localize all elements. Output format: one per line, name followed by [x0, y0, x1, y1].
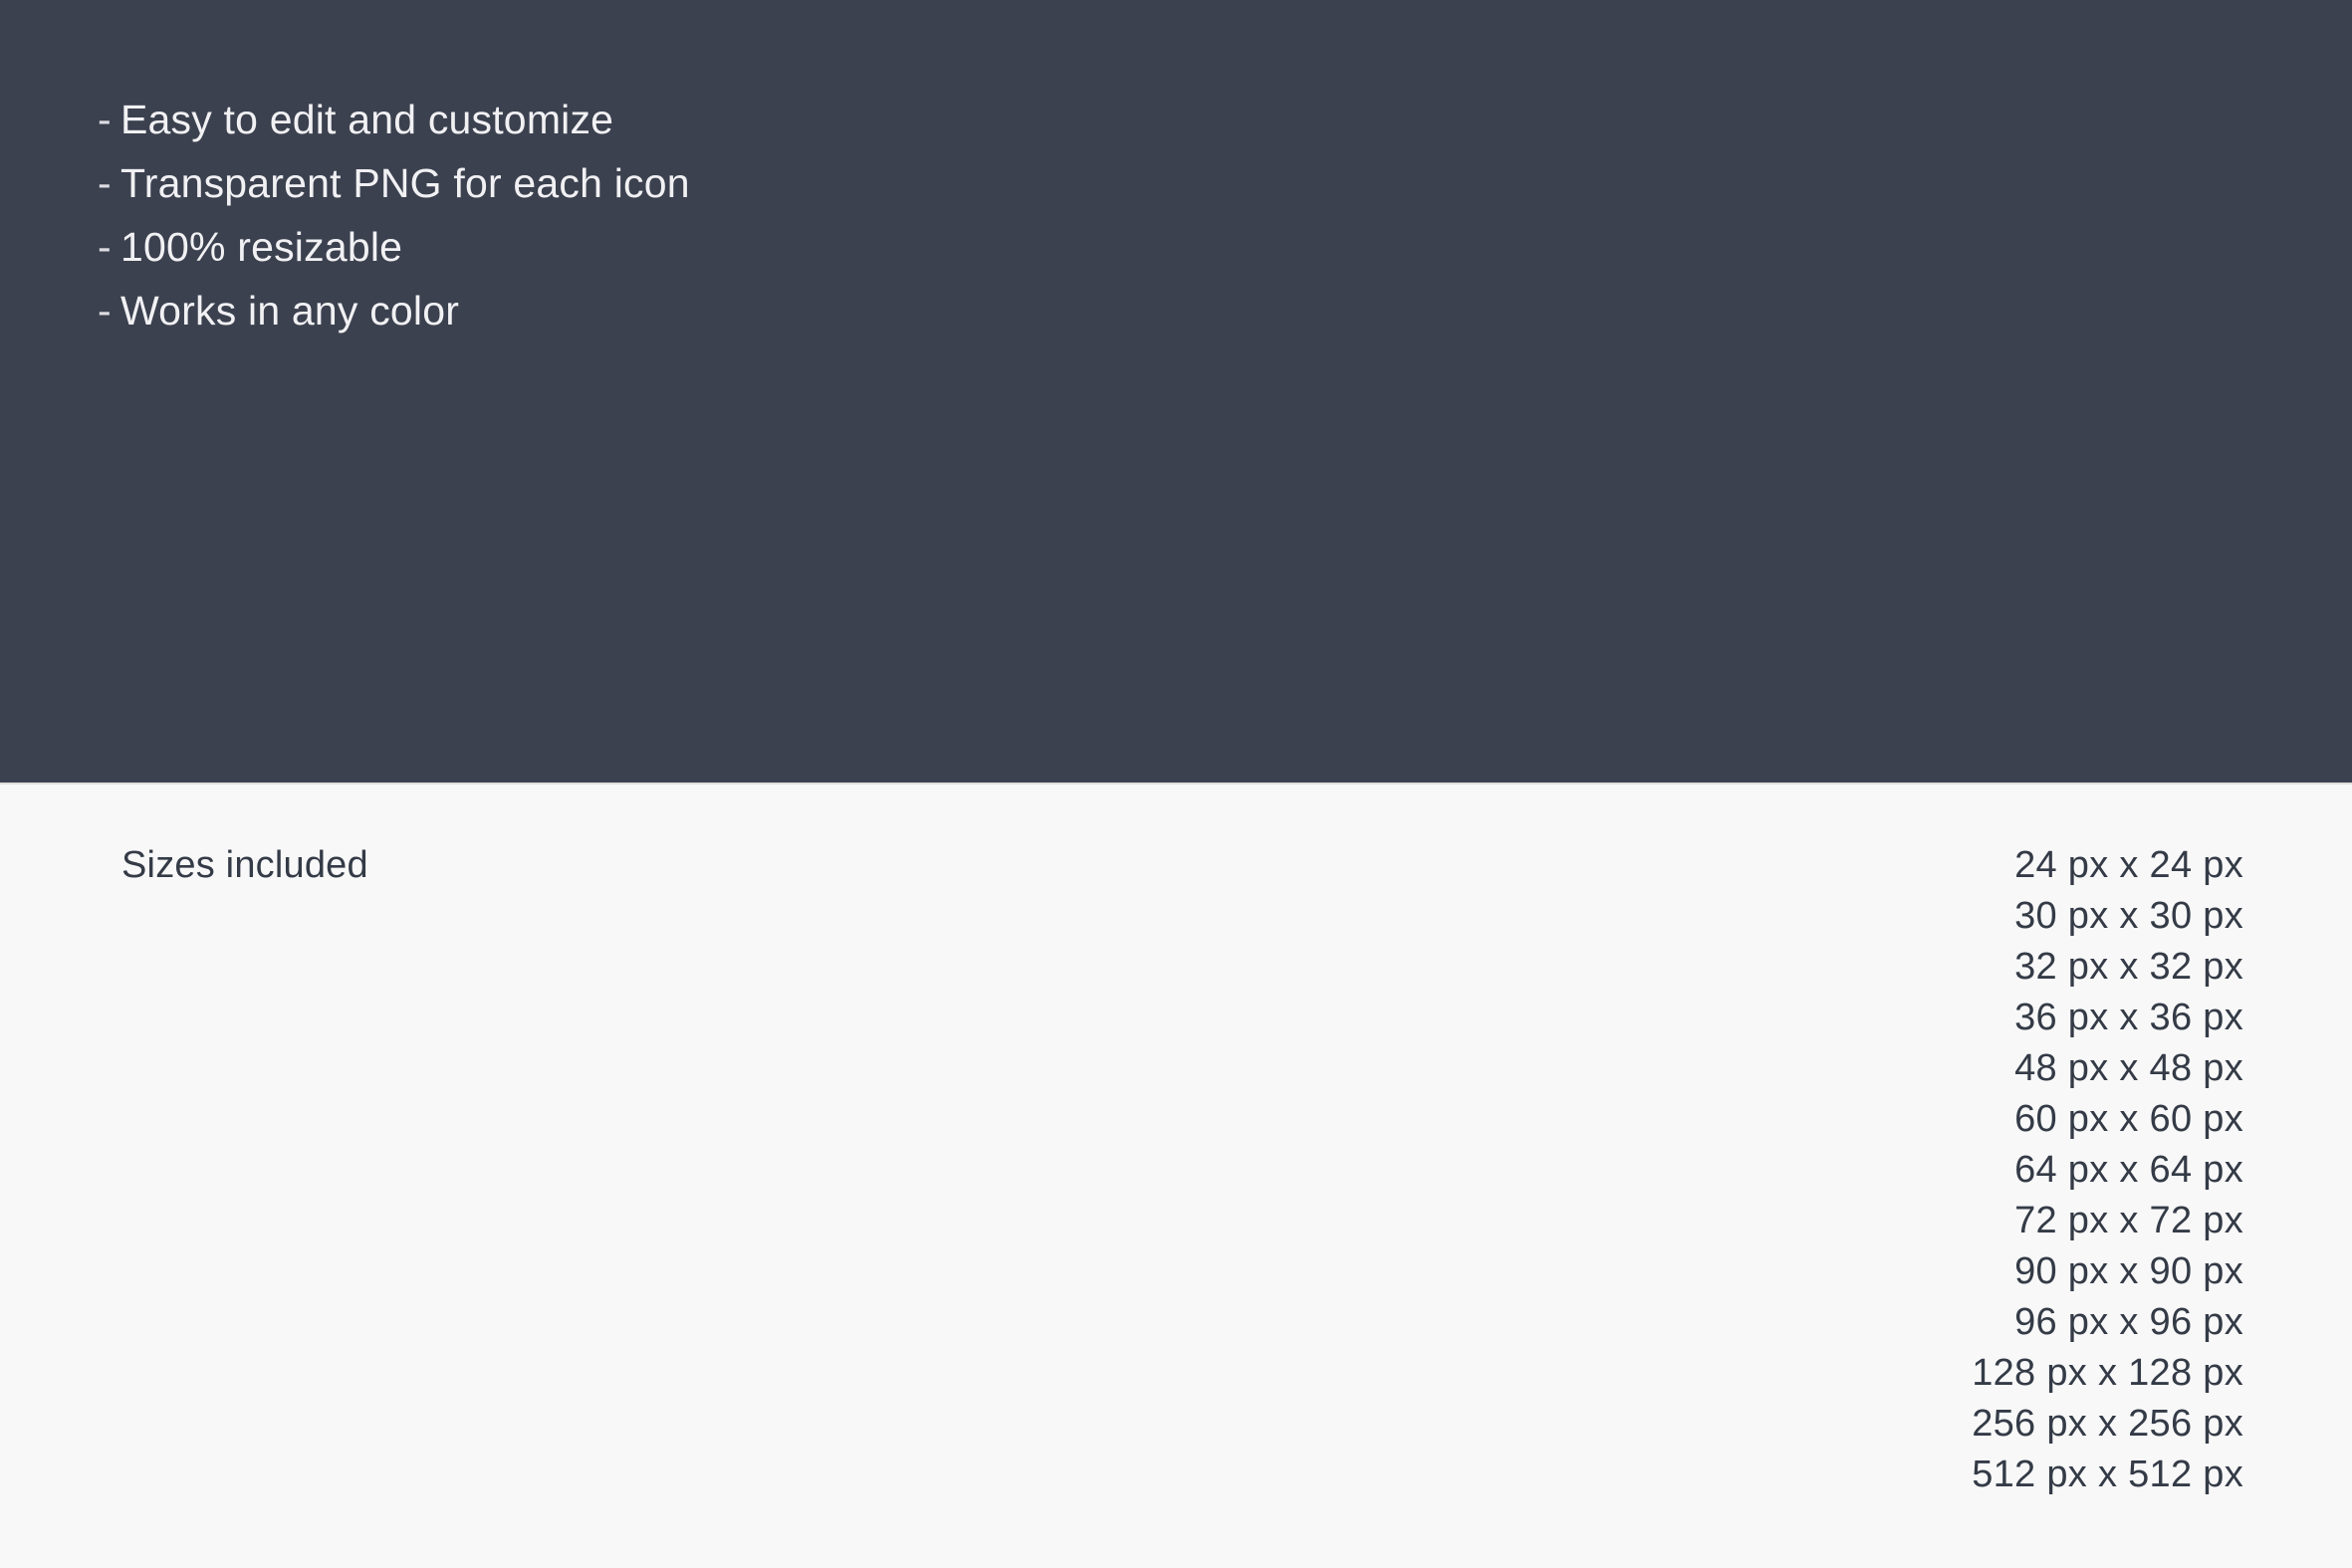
sizes-list: 24 px x 24 px 30 px x 30 px 32 px x 32 p…	[1972, 840, 2243, 1500]
feature-label: Transparent PNG for each icon	[120, 160, 690, 206]
size-list-item: 32 px x 32 px	[2014, 946, 2243, 988]
size-list-item: 60 px x 60 px	[2014, 1098, 2243, 1140]
size-list-item: 24 px x 24 px	[2014, 844, 2243, 886]
sizes-included-label: Sizes included	[121, 844, 368, 886]
feature-list-item: - Easy to edit and customize	[98, 88, 690, 151]
size-list-item: 30 px x 30 px	[2014, 895, 2243, 937]
size-list-item: 90 px x 90 px	[2014, 1250, 2243, 1292]
feature-label: 100% resizable	[120, 224, 403, 270]
size-list-item: 96 px x 96 px	[2014, 1301, 2243, 1343]
feature-list: - Easy to edit and customize - Transpare…	[98, 88, 690, 342]
hero-panel: - Easy to edit and customize - Transpare…	[0, 0, 2352, 783]
size-list-item: 48 px x 48 px	[2014, 1047, 2243, 1089]
section-divider	[0, 783, 2352, 784]
feature-list-item: - Works in any color	[98, 279, 690, 342]
feature-label: Easy to edit and customize	[120, 97, 614, 142]
sizes-panel: Sizes included 24 px x 24 px 30 px x 30 …	[0, 783, 2352, 1568]
bullet-dash-icon: -	[98, 288, 112, 334]
size-list-item: 64 px x 64 px	[2014, 1149, 2243, 1191]
bullet-dash-icon: -	[98, 224, 112, 270]
bullet-dash-icon: -	[98, 97, 112, 142]
feature-list-item: - Transparent PNG for each icon	[98, 151, 690, 215]
size-list-item: 128 px x 128 px	[1972, 1352, 2243, 1394]
bullet-dash-icon: -	[98, 160, 112, 206]
feature-list-item: - 100% resizable	[98, 215, 690, 279]
feature-label: Works in any color	[120, 288, 460, 334]
size-list-item: 256 px x 256 px	[1972, 1403, 2243, 1445]
size-list-item: 36 px x 36 px	[2014, 997, 2243, 1038]
page-root: - Easy to edit and customize - Transpare…	[0, 0, 2352, 1568]
size-list-item: 72 px x 72 px	[2014, 1200, 2243, 1241]
size-list-item: 512 px x 512 px	[1972, 1454, 2243, 1495]
